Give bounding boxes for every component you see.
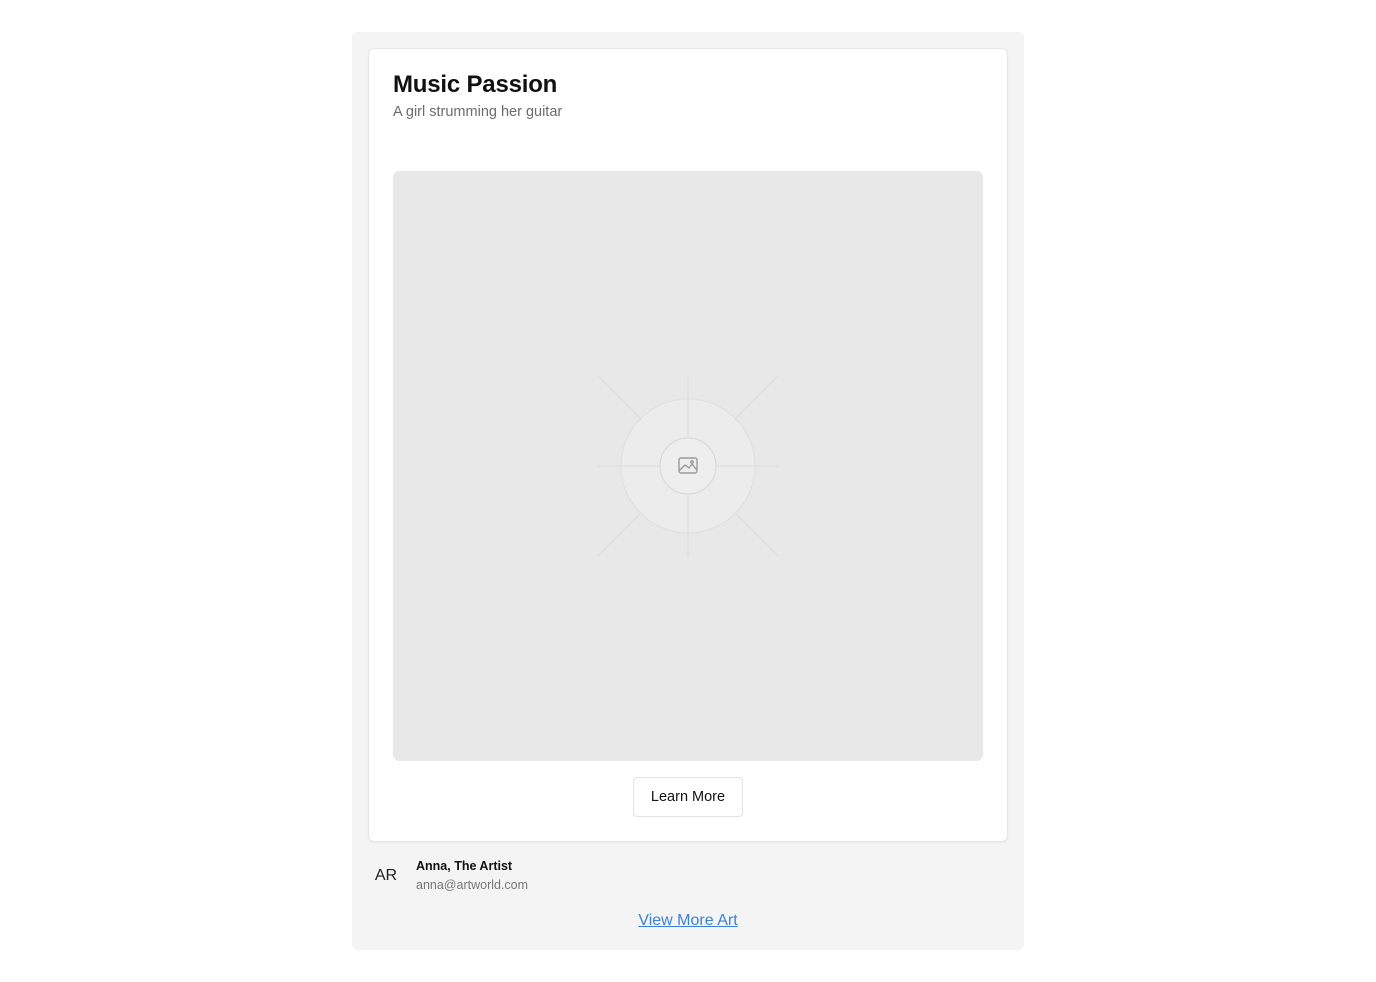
art-card-container: Music Passion A girl strumming her guita…: [352, 32, 1024, 950]
artwork-image-placeholder: [393, 171, 983, 761]
card-title: Music Passion: [393, 71, 558, 98]
avatar: AR: [374, 867, 398, 884]
view-more-art-link[interactable]: View More Art: [638, 912, 737, 929]
view-more-container: View More Art: [352, 912, 1024, 930]
author-email: anna@artworld.com: [416, 878, 529, 892]
learn-more-button[interactable]: Learn More: [633, 777, 743, 817]
image-placeholder-graphic: [597, 375, 779, 557]
card-subtitle: A girl strumming her guitar: [393, 104, 563, 120]
author-name: Anna, The Artist: [416, 859, 513, 873]
art-card: Music Passion A girl strumming her guita…: [368, 48, 1008, 842]
